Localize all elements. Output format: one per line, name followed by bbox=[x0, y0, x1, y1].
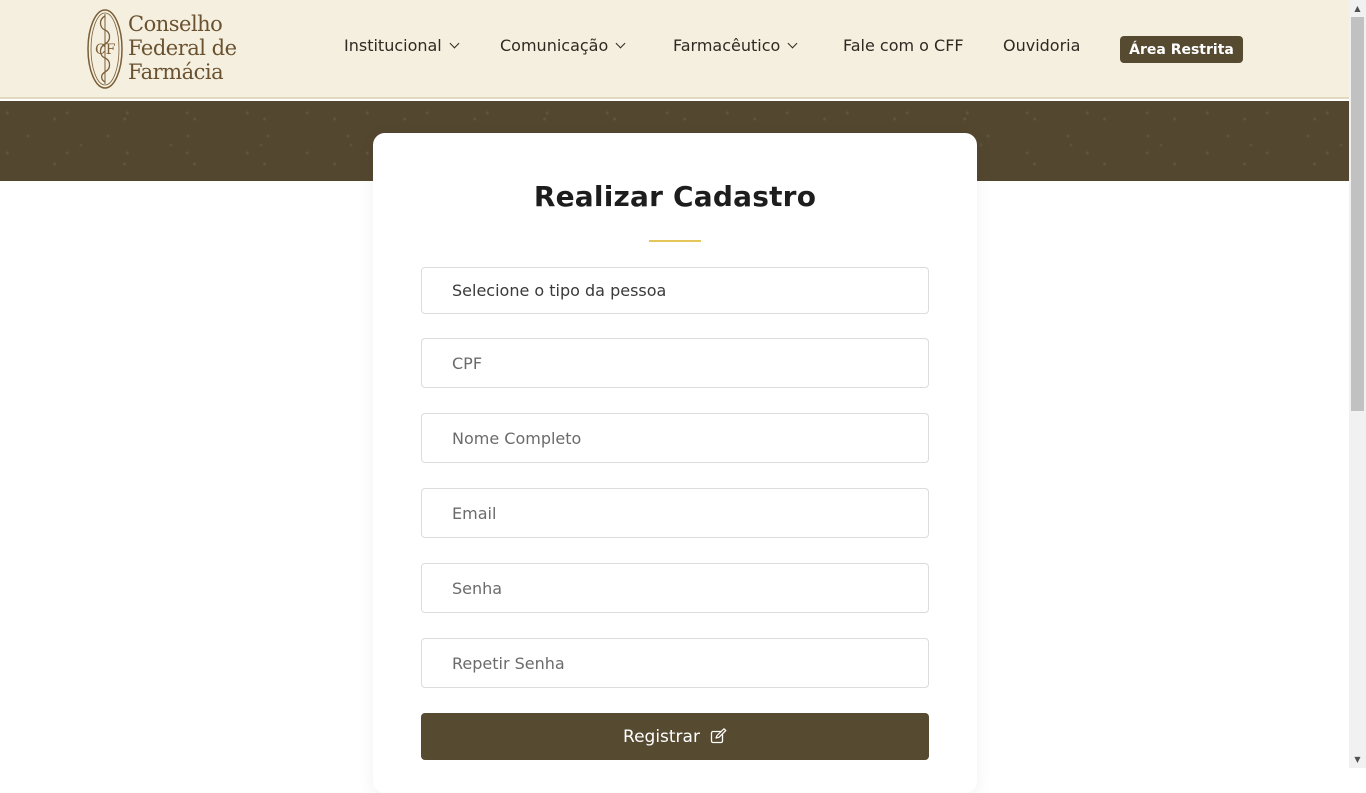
logo-line-1: Conselho bbox=[128, 12, 223, 36]
register-card: Realizar Cadastro Selecione o tipo da pe… bbox=[373, 133, 977, 793]
full-name-field-wrapper bbox=[421, 413, 929, 463]
nav-label: Institucional bbox=[344, 36, 442, 55]
nav-item-ouvidoria[interactable]: Ouvidoria bbox=[1003, 36, 1080, 55]
nav-label: Farmacêutico bbox=[673, 36, 781, 55]
repeat-password-field[interactable] bbox=[422, 639, 928, 687]
page-scrollbar[interactable]: ▲ ▼ bbox=[1349, 0, 1366, 768]
cff-logo[interactable]: CF Conselho Federal de Farmácia bbox=[86, 8, 256, 92]
email-field-wrapper bbox=[421, 488, 929, 538]
cpf-field[interactable] bbox=[422, 339, 928, 387]
nav-label: Comunicação bbox=[500, 36, 609, 55]
edit-icon bbox=[710, 728, 727, 744]
register-button[interactable]: Registrar bbox=[421, 713, 929, 760]
cpf-field-wrapper bbox=[421, 338, 929, 388]
scroll-up-arrow-icon[interactable]: ▲ bbox=[1349, 0, 1366, 17]
page-title: Realizar Cadastro bbox=[533, 180, 817, 213]
caduceus-emblem-icon: CF bbox=[87, 9, 123, 89]
scrollbar-thumb[interactable] bbox=[1351, 17, 1364, 411]
logo-line-3: Farmácia bbox=[128, 60, 224, 84]
logo-wordmark: Conselho Federal de Farmácia bbox=[128, 12, 237, 84]
nav-label: Ouvidoria bbox=[1003, 36, 1081, 55]
chevron-down-icon bbox=[615, 38, 626, 49]
nav-item-farmaceutico[interactable]: Farmacêutico bbox=[673, 36, 798, 55]
title-divider bbox=[649, 240, 701, 242]
site-header: CF Conselho Federal de Farmácia Instituc… bbox=[0, 0, 1349, 99]
logo-line-2: Federal de bbox=[128, 36, 237, 60]
scroll-down-arrow-icon[interactable]: ▼ bbox=[1349, 751, 1366, 768]
nav-item-comunicacao[interactable]: Comunicação bbox=[500, 36, 626, 55]
register-button-label: Registrar bbox=[623, 726, 700, 747]
chevron-down-icon bbox=[449, 38, 460, 49]
password-field-wrapper bbox=[421, 563, 929, 613]
email-field[interactable] bbox=[422, 489, 928, 537]
full-name-field[interactable] bbox=[422, 414, 928, 462]
nav-item-institucional[interactable]: Institucional bbox=[344, 36, 460, 55]
nav-item-fale-com-o-cff[interactable]: Fale com o CFF bbox=[843, 36, 964, 55]
area-restrita-button[interactable]: Área Restrita bbox=[1120, 36, 1243, 63]
svg-text:CF: CF bbox=[95, 42, 116, 58]
chevron-down-icon bbox=[787, 38, 798, 49]
nav-label: Fale com o CFF bbox=[843, 36, 964, 55]
person-type-select[interactable]: Selecione o tipo da pessoa bbox=[421, 267, 929, 314]
repeat-password-field-wrapper bbox=[421, 638, 929, 688]
password-field[interactable] bbox=[422, 564, 928, 612]
person-type-select-value: Selecione o tipo da pessoa bbox=[452, 281, 667, 300]
